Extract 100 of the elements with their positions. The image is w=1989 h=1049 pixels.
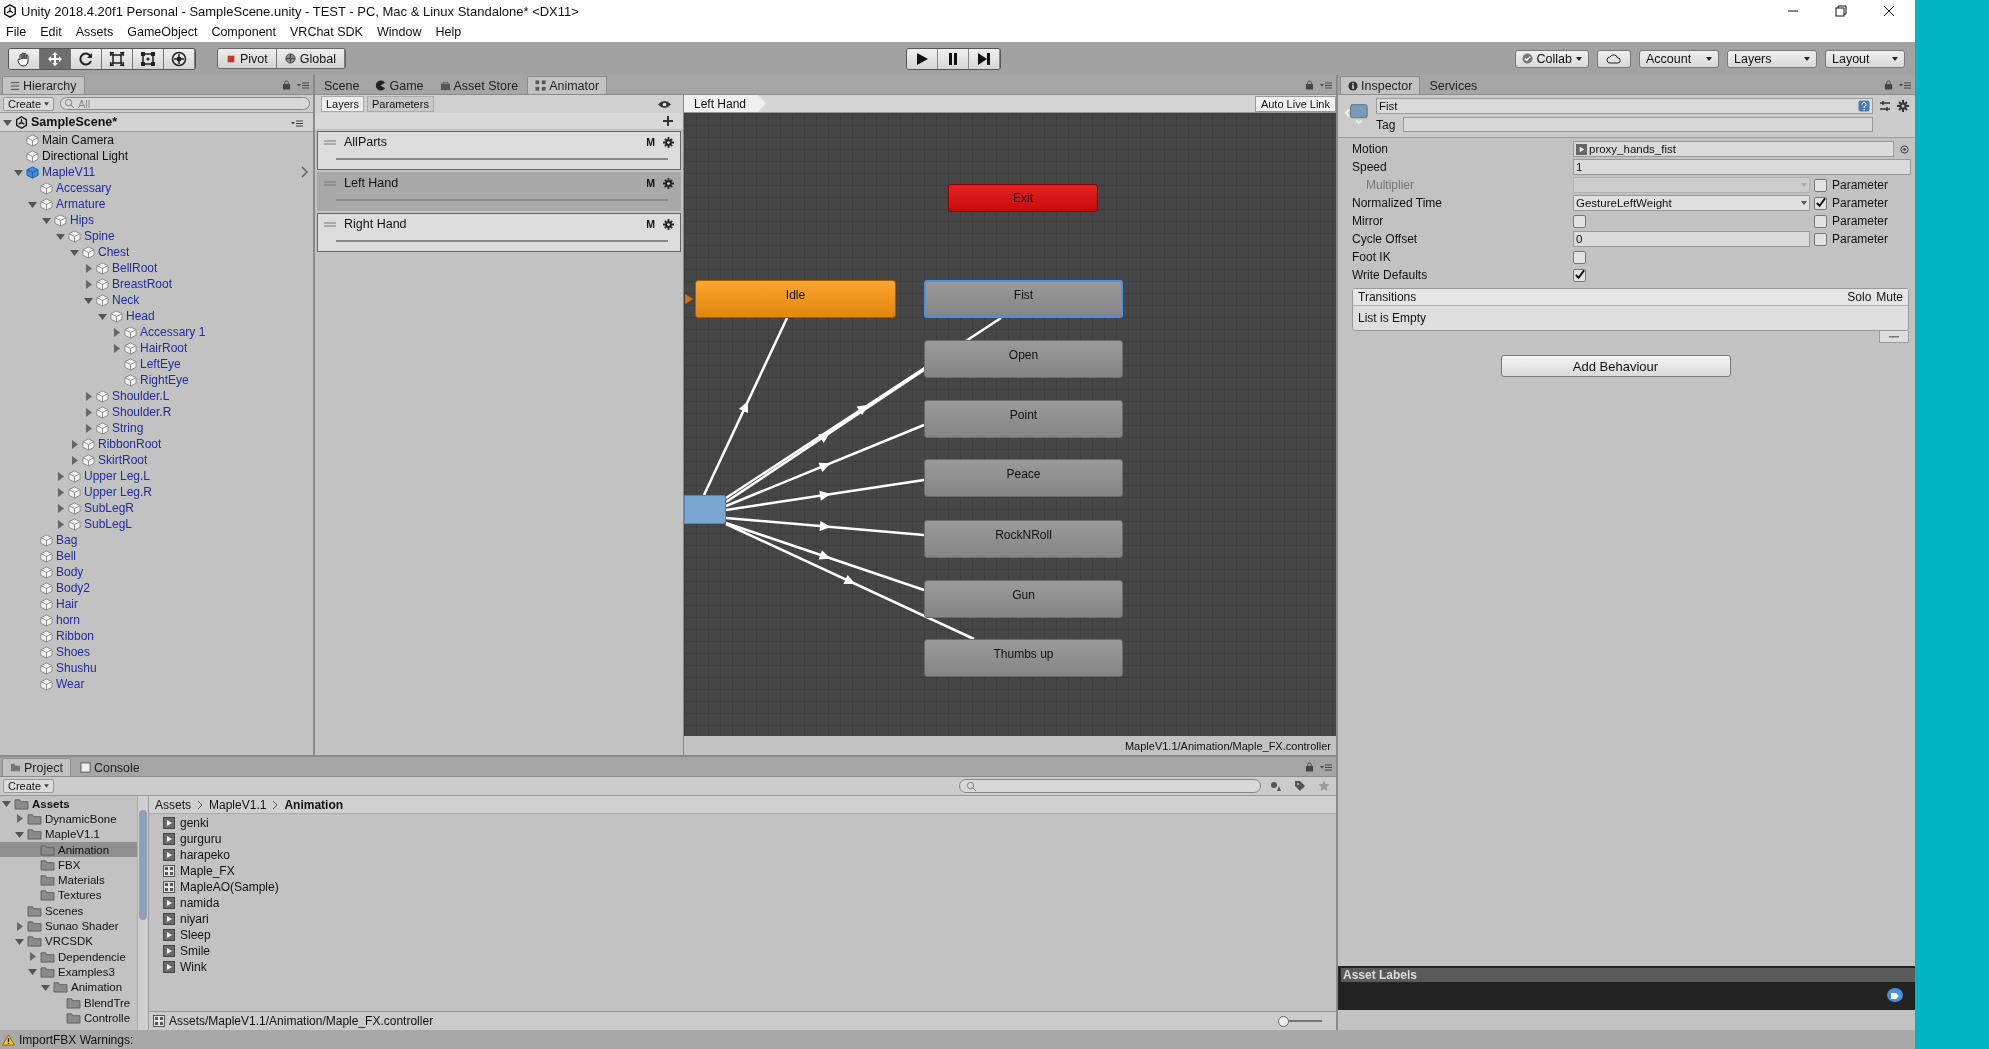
transition-arrow[interactable] — [725, 521, 925, 592]
expand-arrow-icon[interactable] — [56, 503, 65, 513]
hierarchy-item[interactable]: SkirtRoot — [98, 453, 148, 467]
expand-arrow-icon[interactable] — [112, 343, 121, 353]
transition-arrow[interactable] — [725, 423, 925, 508]
hierarchy-item[interactable]: Chest — [98, 245, 130, 259]
expand-arrow-icon[interactable] — [56, 519, 65, 529]
search-field[interactable]: All — [60, 97, 310, 110]
folder-row[interactable]: Sunao Shader — [0, 918, 138, 934]
hierarchy-item[interactable]: Upper Leg.R — [84, 485, 153, 499]
account-dropdown[interactable]: Account — [1639, 49, 1719, 68]
folder-row[interactable]: Textures — [0, 887, 138, 904]
tool-button[interactable] — [164, 48, 195, 69]
star-icon[interactable] — [1318, 780, 1330, 792]
collapse-arrow-icon[interactable] — [14, 167, 23, 177]
plus-icon[interactable] — [663, 116, 673, 126]
checkbox[interactable] — [1814, 232, 1827, 246]
transition-arrow[interactable] — [702, 317, 789, 496]
menu-item[interactable]: GameObject — [127, 25, 198, 39]
add-behaviour-button[interactable]: Add Behaviour — [1500, 355, 1731, 377]
expand-arrow-icon[interactable] — [70, 455, 79, 465]
checkbox[interactable] — [1814, 196, 1827, 210]
restore-icon[interactable] — [1835, 5, 1847, 17]
menu-icon[interactable] — [291, 119, 303, 127]
transition-arrow[interactable] — [725, 516, 925, 537]
motion-field[interactable]: proxy_hands_fist — [1573, 141, 1894, 157]
transition-arrow[interactable] — [725, 368, 925, 504]
folder-row[interactable]: FBX — [0, 857, 138, 873]
auto-live-link-button[interactable]: Auto Live Link — [1254, 95, 1336, 112]
state-node[interactable]: RockNRoll — [924, 520, 1123, 558]
lock-icon[interactable] — [1305, 762, 1314, 772]
collapse-arrow-icon[interactable] — [84, 295, 93, 305]
asset-item[interactable]: namida — [180, 896, 220, 910]
layout-dropdown[interactable]: Layout — [1825, 49, 1905, 68]
folder-row[interactable]: VRCSDK — [0, 933, 138, 949]
editor-tab[interactable]: Game — [368, 77, 431, 94]
hierarchy-item[interactable]: RightEye — [140, 373, 189, 387]
editor-tab[interactable]: Animator — [527, 76, 608, 94]
hierarchy-item[interactable]: SubLegL — [84, 517, 133, 531]
gear-icon[interactable] — [663, 136, 674, 148]
expand-arrow-icon[interactable] — [56, 471, 65, 481]
help-icon[interactable] — [1858, 100, 1870, 112]
state-node[interactable]: Point — [924, 400, 1123, 438]
hierarchy-item[interactable]: MapleV11 — [42, 165, 96, 179]
collapse-arrow-icon[interactable] — [41, 982, 50, 992]
parameter-dropdown[interactable]: GestureLeftWeight — [1573, 195, 1810, 211]
menu-item[interactable]: Window — [376, 25, 422, 39]
menu-item[interactable]: Edit — [40, 25, 62, 39]
folder-row[interactable]: Animation — [0, 979, 138, 995]
hierarchy-item[interactable]: Shoulder.L — [112, 389, 170, 403]
state-node[interactable]: Thumbs up — [924, 639, 1123, 677]
hierarchy-item[interactable]: Hair — [56, 597, 78, 611]
folder-row[interactable]: Materials — [0, 872, 138, 888]
collapse-arrow-icon[interactable] — [15, 936, 24, 946]
tool-button[interactable] — [40, 48, 71, 69]
hierarchy-item[interactable]: Shushu — [56, 661, 97, 675]
name-field[interactable]: Fist — [1376, 98, 1873, 114]
menu-icon[interactable] — [1899, 81, 1911, 89]
drag-handle-icon[interactable] — [324, 139, 336, 145]
remove-button[interactable] — [1879, 331, 1909, 343]
transition-arrow[interactable] — [725, 478, 925, 512]
drag-handle-icon[interactable] — [324, 180, 336, 186]
collapse-arrow-icon[interactable] — [2, 799, 11, 809]
playback-button[interactable] — [938, 49, 969, 69]
scroll-thumb[interactable] — [139, 810, 148, 920]
collapse-arrow-icon[interactable] — [98, 311, 107, 321]
asset-item[interactable]: harapeko — [180, 848, 231, 862]
menu-item[interactable]: Help — [435, 25, 462, 39]
hierarchy-item[interactable]: RibbonRoot — [98, 437, 162, 451]
breadcrumb-item[interactable]: MapleV1.1 — [209, 797, 267, 812]
asset-item[interactable]: genki — [180, 816, 209, 830]
hierarchy-item[interactable]: String — [112, 421, 144, 435]
hierarchy-item[interactable]: Shoes — [56, 645, 91, 659]
playback-button[interactable] — [969, 49, 1000, 69]
gear-icon[interactable] — [663, 177, 674, 189]
menu-item[interactable]: Assets — [75, 25, 114, 39]
transition-arrow[interactable] — [725, 522, 975, 641]
scrollbar[interactable] — [137, 796, 148, 1030]
pivot-button[interactable]: Pivot — [218, 49, 277, 68]
panel-tab[interactable]: Console — [72, 759, 147, 776]
hierarchy-item[interactable]: Main Camera — [42, 133, 115, 147]
state-node[interactable]: Gun — [924, 580, 1123, 618]
collapse-arrow-icon[interactable] — [15, 829, 24, 839]
asset-item[interactable]: niyari — [180, 912, 209, 926]
layer-card[interactable]: Right Hand M — [317, 213, 681, 252]
expand-arrow-icon[interactable] — [15, 921, 24, 931]
asset-item[interactable]: MapleAO(Sample) — [180, 880, 279, 894]
tag-field[interactable] — [1403, 117, 1873, 132]
lock-icon[interactable] — [1305, 80, 1314, 90]
panel-tab[interactable]: Project — [2, 758, 71, 776]
folder-row[interactable]: Assets — [0, 796, 138, 812]
hierarchy-tab[interactable]: Hierarchy — [2, 76, 85, 94]
collapse-arrow-icon[interactable] — [70, 247, 79, 257]
hierarchy-item[interactable]: Hips — [70, 213, 94, 227]
tool-button[interactable] — [133, 48, 164, 69]
checkbox[interactable] — [1814, 214, 1827, 228]
eye-icon[interactable] — [658, 100, 671, 109]
hierarchy-item[interactable]: Ribbon — [56, 629, 95, 643]
create-dropdown[interactable]: Create — [3, 779, 55, 793]
zoom-slider[interactable] — [1278, 1016, 1322, 1026]
